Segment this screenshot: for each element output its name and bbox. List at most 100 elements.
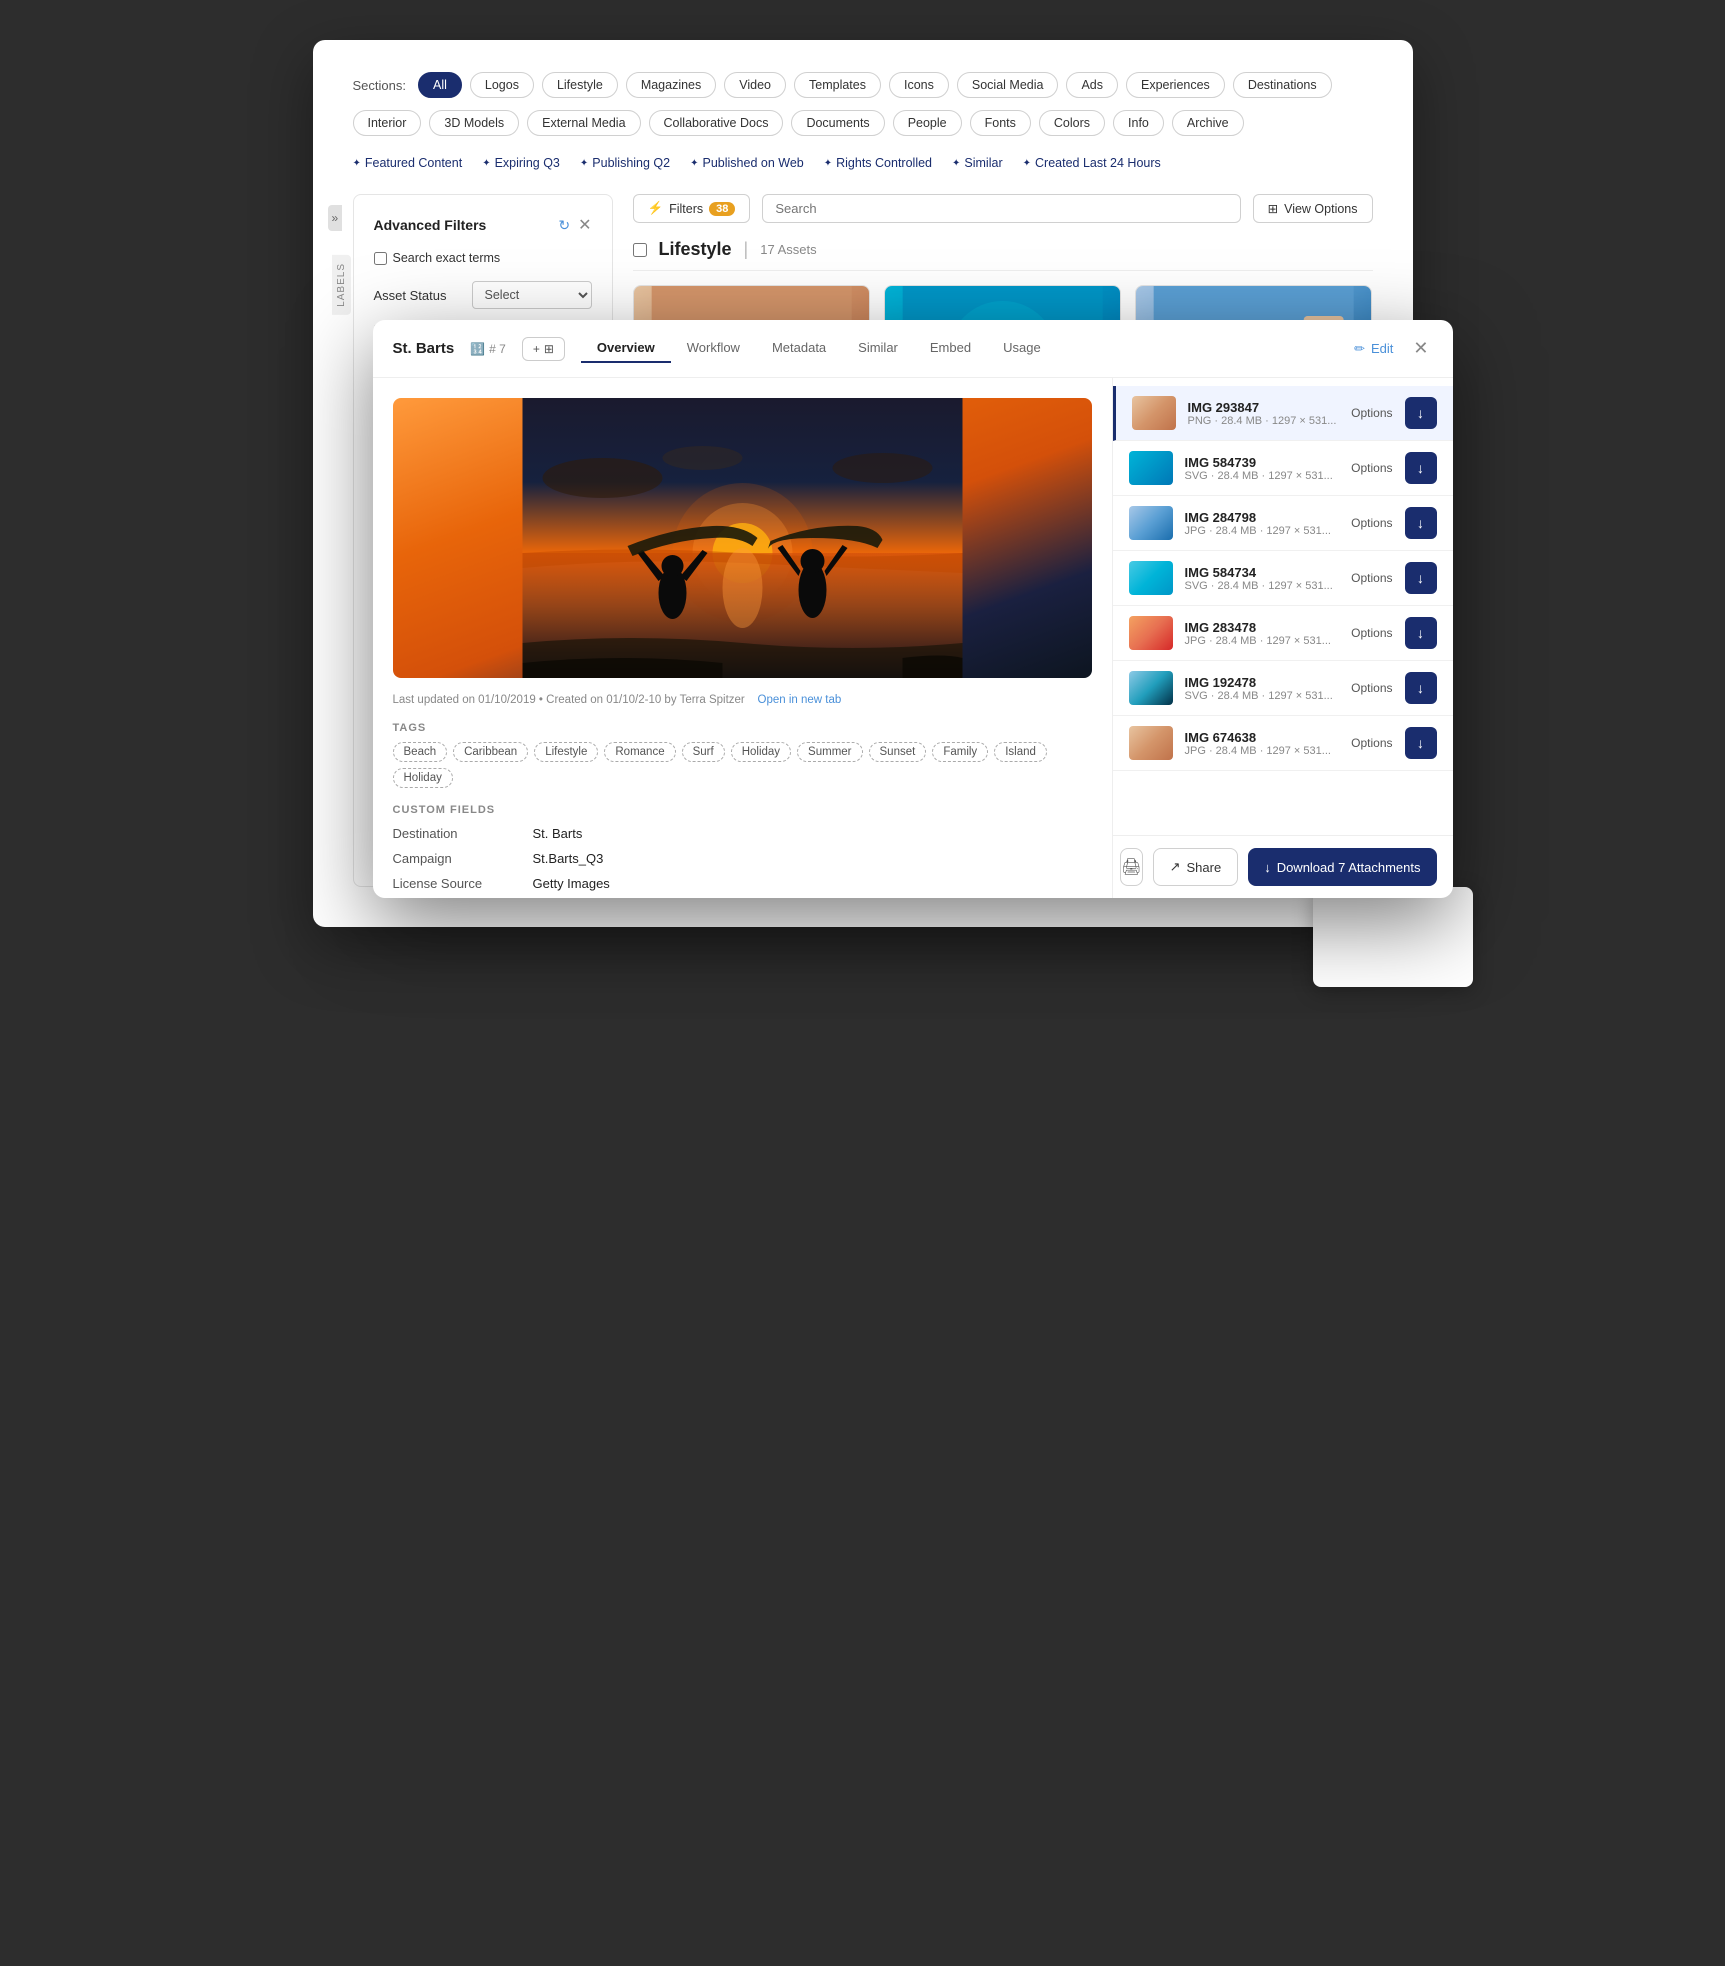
asset-status-section: Asset Status Select <box>374 281 592 309</box>
section-btn-lifestyle[interactable]: Lifestyle <box>542 72 618 98</box>
file-info-192478: IMG 192478 SVG · 28.4 MB · 1297 × 531... <box>1185 675 1340 702</box>
search-exact-checkbox[interactable] <box>374 252 387 265</box>
custom-field-campaign: Campaign St.Barts_Q3 <box>393 851 1092 866</box>
tag-holiday[interactable]: Holiday <box>731 742 791 762</box>
section-btn-ads[interactable]: Ads <box>1066 72 1118 98</box>
tag-romance[interactable]: Romance <box>604 742 675 762</box>
section-btn-templates[interactable]: Templates <box>794 72 881 98</box>
print-button[interactable]: 🖨 <box>1120 848 1142 886</box>
file-options-button-584734[interactable]: Options <box>1351 571 1392 585</box>
modal-id: 🔢 # 7 <box>470 342 506 356</box>
filter-created-last-24h[interactable]: ✦ Created Last 24 Hours <box>1023 156 1161 170</box>
close-filters-icon[interactable]: ✕ <box>578 215 591 235</box>
file-item-584734[interactable]: IMG 584734 SVG · 28.4 MB · 1297 × 531...… <box>1113 551 1453 606</box>
section-btn-magazines[interactable]: Magazines <box>626 72 716 98</box>
file-options-button-674638[interactable]: Options <box>1351 736 1392 750</box>
download-all-button[interactable]: ↓ Download 7 Attachments <box>1248 848 1436 886</box>
tag-caribbean[interactable]: Caribbean <box>453 742 528 762</box>
share-button[interactable]: ↗ Share <box>1153 848 1239 886</box>
section-btn-info[interactable]: Info <box>1113 110 1164 136</box>
file-download-button-584739[interactable]: ↓ <box>1405 452 1437 484</box>
file-options-button-293847[interactable]: Options <box>1351 406 1392 420</box>
file-item-674638[interactable]: IMG 674638 JPG · 28.4 MB · 1297 × 531...… <box>1113 716 1453 771</box>
tab-similar[interactable]: Similar <box>842 334 914 363</box>
section-btn-external-media[interactable]: External Media <box>527 110 640 136</box>
file-item-584739[interactable]: IMG 584739 SVG · 28.4 MB · 1297 × 531...… <box>1113 441 1453 496</box>
section-btn-colors[interactable]: Colors <box>1039 110 1105 136</box>
file-item-293847[interactable]: IMG 293847 PNG · 28.4 MB · 1297 × 531...… <box>1113 386 1453 441</box>
tag-sunset[interactable]: Sunset <box>869 742 927 762</box>
filter-published-on-web[interactable]: ✦ Published on Web <box>690 156 804 170</box>
file-options-button-283478[interactable]: Options <box>1351 626 1392 640</box>
section-btn-interior[interactable]: Interior <box>353 110 422 136</box>
filter-expiring-q3[interactable]: ✦ Expiring Q3 <box>482 156 560 170</box>
section-btn-fonts[interactable]: Fonts <box>970 110 1031 136</box>
open-in-new-tab-link[interactable]: Open in new tab <box>758 694 842 706</box>
tab-embed[interactable]: Embed <box>914 334 987 363</box>
section-btn-archive[interactable]: Archive <box>1172 110 1244 136</box>
sections-row-2: Interior 3D Models External Media Collab… <box>353 110 1373 136</box>
file-download-button-192478[interactable]: ↓ <box>1405 672 1437 704</box>
modal-close-button[interactable]: ✕ <box>1409 338 1432 359</box>
custom-field-license-source: License Source Getty Images <box>393 876 1092 891</box>
filter-rights-controlled[interactable]: ✦ Rights Controlled <box>824 156 932 170</box>
section-btn-people[interactable]: People <box>893 110 962 136</box>
file-download-button-283478[interactable]: ↓ <box>1405 617 1437 649</box>
section-btn-social-media[interactable]: Social Media <box>957 72 1059 98</box>
tab-usage[interactable]: Usage <box>987 334 1057 363</box>
search-input[interactable] <box>762 194 1240 223</box>
asset-status-label: Asset Status <box>374 288 447 303</box>
file-thumb-674638 <box>1129 726 1173 760</box>
modal-title: St. Barts <box>393 340 455 357</box>
section-btn-logos[interactable]: Logos <box>470 72 534 98</box>
filters-button[interactable]: ⚡ Filters 38 <box>633 194 751 223</box>
file-download-button-284798[interactable]: ↓ <box>1405 507 1437 539</box>
section-btn-destinations[interactable]: Destinations <box>1233 72 1332 98</box>
file-options-button-284798[interactable]: Options <box>1351 516 1392 530</box>
file-info-584739: IMG 584739 SVG · 28.4 MB · 1297 × 531... <box>1185 455 1340 482</box>
edit-button[interactable]: ✏ Edit <box>1354 341 1393 357</box>
filter-featured-content[interactable]: ✦ Featured Content <box>353 156 463 170</box>
file-options-button-192478[interactable]: Options <box>1351 681 1392 695</box>
filter-similar[interactable]: ✦ Similar <box>952 156 1003 170</box>
tag-lifestyle[interactable]: Lifestyle <box>534 742 598 762</box>
section-btn-experiences[interactable]: Experiences <box>1126 72 1225 98</box>
file-item-283478[interactable]: IMG 283478 JPG · 28.4 MB · 1297 × 531...… <box>1113 606 1453 661</box>
file-options-button-584739[interactable]: Options <box>1351 461 1392 475</box>
section-btn-collaborative-docs[interactable]: Collaborative Docs <box>649 110 784 136</box>
tag-island[interactable]: Island <box>994 742 1047 762</box>
section-btn-all[interactable]: All <box>418 72 462 98</box>
file-item-192478[interactable]: IMG 192478 SVG · 28.4 MB · 1297 × 531...… <box>1113 661 1453 716</box>
tab-workflow[interactable]: Workflow <box>671 334 756 363</box>
tag-surf[interactable]: Surf <box>682 742 725 762</box>
collapse-panel-btn[interactable]: » <box>328 205 343 231</box>
modal-body: Last updated on 01/10/2019 • Created on … <box>373 378 1453 898</box>
file-thumb-584734 <box>1129 561 1173 595</box>
tag-holiday-2[interactable]: Holiday <box>393 768 453 788</box>
filter-publishing-q2[interactable]: ✦ Publishing Q2 <box>580 156 670 170</box>
add-icon: ⊞ <box>544 342 554 356</box>
section-select-all-checkbox[interactable] <box>633 243 647 257</box>
tag-family[interactable]: Family <box>932 742 988 762</box>
file-item-284798[interactable]: IMG 284798 JPG · 28.4 MB · 1297 × 531...… <box>1113 496 1453 551</box>
modal-add-button[interactable]: + ⊞ <box>522 337 565 361</box>
section-btn-3d-models[interactable]: 3D Models <box>429 110 519 136</box>
tab-metadata[interactable]: Metadata <box>756 334 842 363</box>
file-download-button-584734[interactable]: ↓ <box>1405 562 1437 594</box>
asset-status-select[interactable]: Select <box>472 281 592 309</box>
labels-sidebar-tab[interactable]: LABELS <box>332 255 351 315</box>
search-exact-label: Search exact terms <box>393 251 501 265</box>
filters-label: Filters <box>669 202 703 216</box>
section-btn-icons[interactable]: Icons <box>889 72 949 98</box>
tag-summer[interactable]: Summer <box>797 742 862 762</box>
section-btn-video[interactable]: Video <box>724 72 786 98</box>
file-download-button-293847[interactable]: ↓ <box>1405 397 1437 429</box>
file-download-button-674638[interactable]: ↓ <box>1405 727 1437 759</box>
tags-container: Beach Caribbean Lifestyle Romance Surf H… <box>393 742 1092 788</box>
tab-overview[interactable]: Overview <box>581 334 671 363</box>
tag-beach[interactable]: Beach <box>393 742 448 762</box>
view-options-button[interactable]: ⊞ View Options <box>1253 194 1373 223</box>
section-btn-documents[interactable]: Documents <box>791 110 884 136</box>
file-thumb-283478 <box>1129 616 1173 650</box>
refresh-icon[interactable]: ↻ <box>558 217 570 234</box>
